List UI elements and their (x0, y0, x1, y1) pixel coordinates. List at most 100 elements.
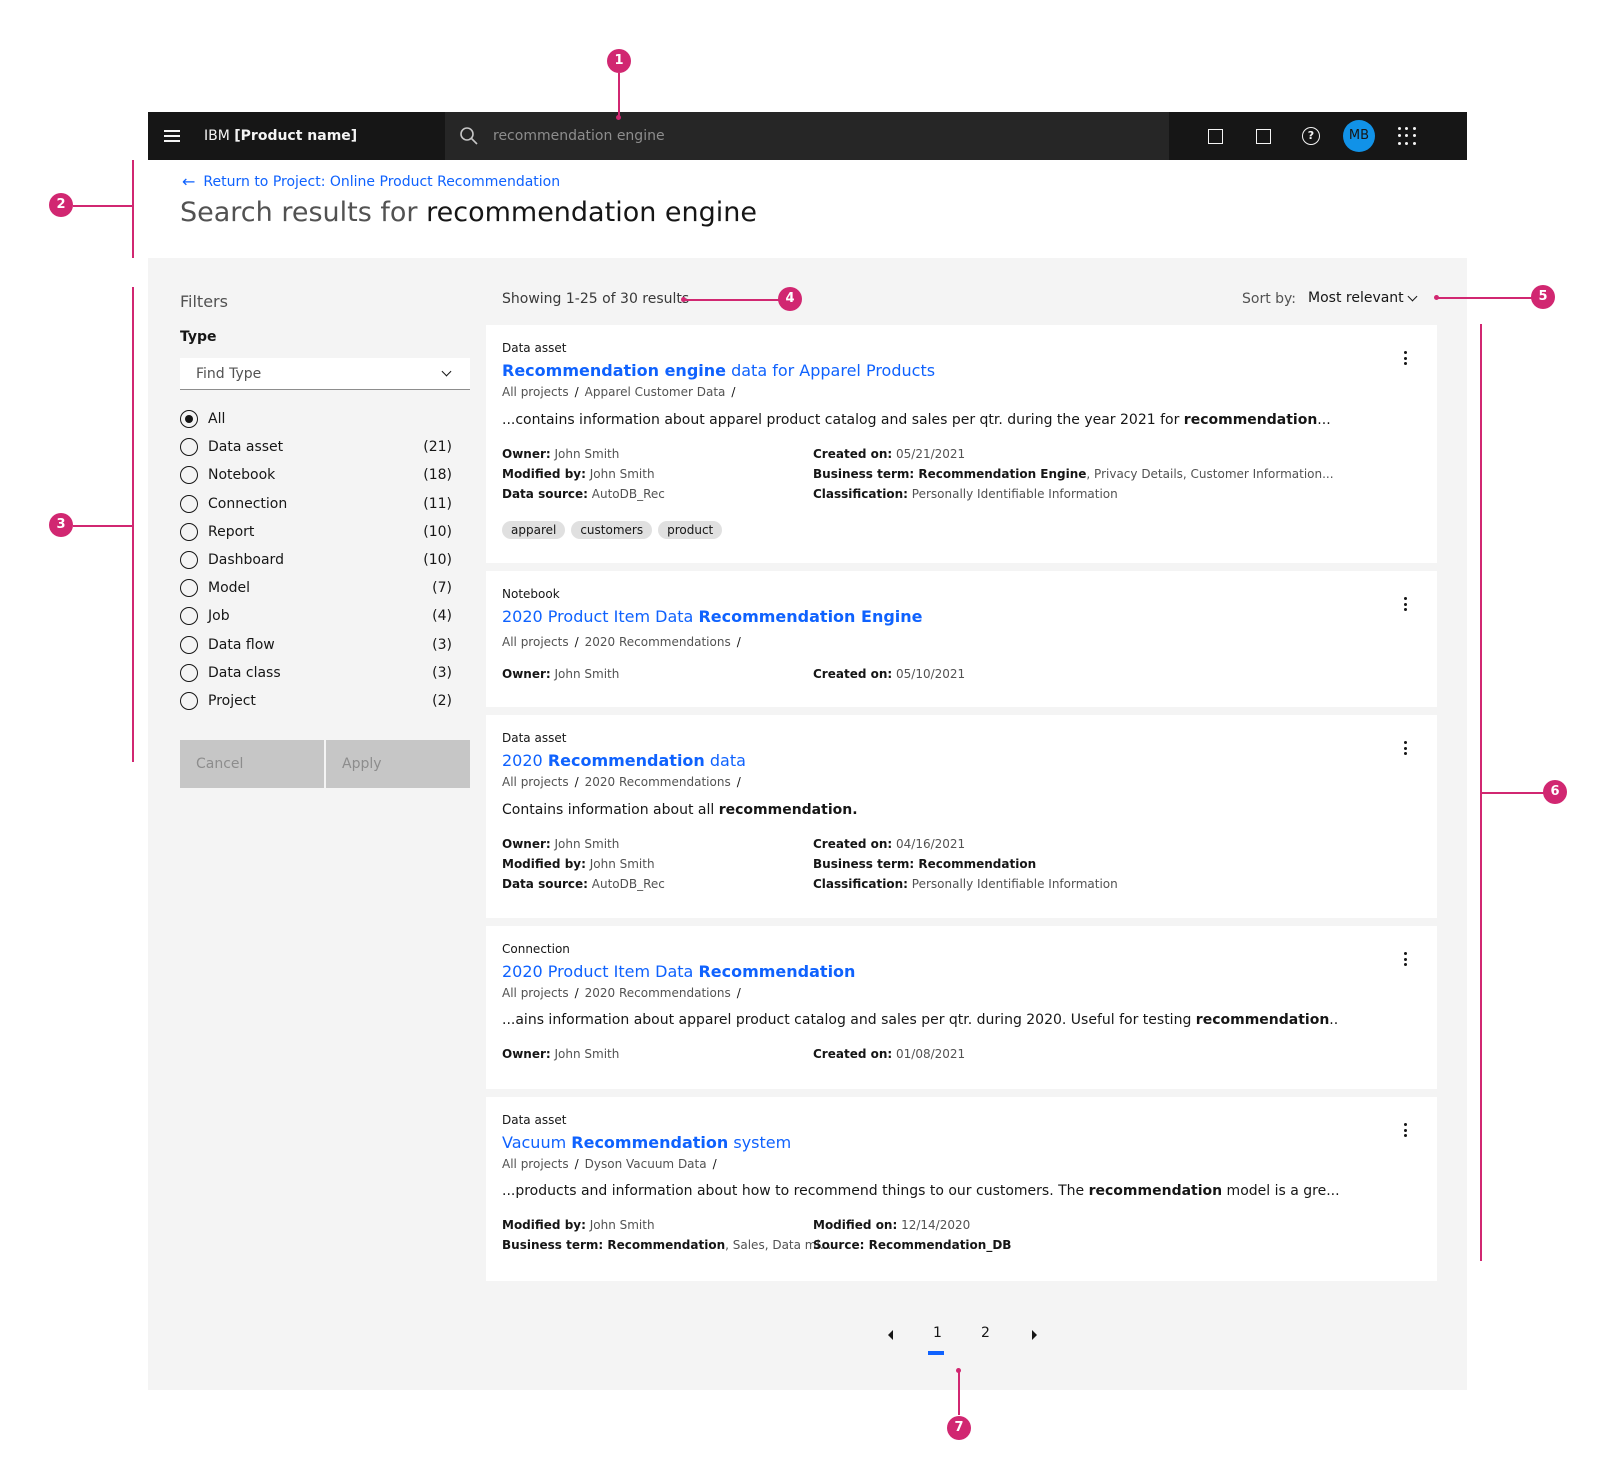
radio-model[interactable]: Model (7) (180, 574, 452, 602)
result-card[interactable]: Notebook 2020 Product Item Data Recommen… (486, 571, 1437, 707)
tag[interactable]: apparel (502, 521, 566, 539)
overflow-menu-icon[interactable] (1403, 1123, 1407, 1137)
result-title-link[interactable]: Recommendation engine data for Apparel P… (502, 361, 935, 380)
annotation-line (73, 525, 133, 527)
radio-icon (180, 607, 198, 626)
meta-modified-on: Modified on: 12/14/2020 (813, 1218, 971, 1232)
meta-business-term: Business term: Recommendation (813, 857, 1037, 871)
radio-label: All (208, 411, 226, 428)
meta-classification: Classification: Personally Identifiable … (813, 877, 1118, 891)
brand-prefix: IBM (204, 128, 230, 144)
annotation-line (1437, 297, 1533, 299)
breadcrumb: All projects / Apparel Customer Data / (502, 385, 736, 399)
radio-data-asset[interactable]: Data asset (21) (180, 433, 452, 461)
result-card[interactable]: Data asset Vacuum Recommendation system … (486, 1097, 1437, 1281)
previous-page-button[interactable] (888, 1330, 893, 1340)
overflow-menu-icon[interactable] (1403, 351, 1407, 365)
page-1-button[interactable]: 1 (933, 1325, 942, 1341)
meta-source: Source: Recommendation_DB (813, 1238, 1012, 1252)
radio-dashboard[interactable]: Dashboard (10) (180, 546, 452, 574)
breadcrumb-item[interactable]: All projects (502, 775, 569, 789)
result-card[interactable]: Connection 2020 Product Item Data Recomm… (486, 926, 1437, 1089)
user-avatar-button[interactable]: MB (1335, 112, 1383, 160)
radio-data-class[interactable]: Data class (3) (180, 659, 452, 687)
result-card[interactable]: Data asset 2020 Recommendation data All … (486, 715, 1437, 918)
chevron-down-icon (441, 366, 452, 377)
annotation-badge-7: 7 (947, 1416, 971, 1440)
filters-title: Filters (180, 292, 228, 311)
overflow-menu-icon[interactable] (1403, 952, 1407, 966)
breadcrumb-item[interactable]: All projects (502, 385, 569, 399)
radio-data-flow[interactable]: Data flow (3) (180, 631, 452, 659)
result-title-link[interactable]: 2020 Recommendation data (502, 751, 746, 770)
meta-modified-by: Modified by: John Smith (502, 467, 655, 481)
result-card[interactable]: Data asset Recommendation engine data fo… (486, 325, 1437, 563)
page-2-button[interactable]: 2 (981, 1325, 990, 1341)
type-dropdown[interactable]: Find Type (180, 358, 470, 390)
tag[interactable]: customers (571, 521, 653, 539)
annotation-badge-4: 4 (778, 287, 802, 311)
app-switcher-button[interactable] (1383, 112, 1431, 160)
radio-all[interactable]: All (180, 405, 452, 433)
title-text: 2020 (502, 751, 548, 770)
header-action-1[interactable] (1191, 112, 1239, 160)
breadcrumb-item[interactable]: 2020 Recommendations (585, 986, 731, 1000)
overflow-menu-icon[interactable] (1403, 597, 1407, 611)
type-dropdown-placeholder: Find Type (196, 366, 262, 382)
header-action-2[interactable] (1239, 112, 1287, 160)
title-highlight: Recommendation (547, 751, 705, 770)
meta-business-term: Business term: Recommendation Engine, Pr… (813, 467, 1334, 481)
arrow-left-icon: ← (182, 172, 196, 191)
radio-label: Model (208, 580, 251, 597)
hamburger-menu-button[interactable] (148, 112, 196, 160)
breadcrumb-item[interactable]: Dyson Vacuum Data (585, 1157, 707, 1171)
meta-data-source: Data source: AutoDB_Rec (502, 877, 665, 891)
help-icon: ? (1302, 127, 1320, 145)
overflow-menu-icon[interactable] (1403, 741, 1407, 755)
search-input[interactable] (493, 112, 1153, 160)
cancel-button[interactable]: Cancel (180, 740, 324, 788)
radio-count: (2) (432, 692, 452, 709)
tag[interactable]: product (658, 521, 723, 539)
next-page-button[interactable] (1032, 1330, 1037, 1340)
radio-connection[interactable]: Connection (11) (180, 490, 452, 518)
meta-created-on: Created on: 05/10/2021 (813, 667, 966, 681)
radio-count: (10) (423, 523, 452, 540)
search-icon (460, 127, 478, 145)
result-type: Data asset (502, 731, 567, 745)
annotation-line (73, 205, 133, 207)
radio-job[interactable]: Job (4) (180, 602, 452, 630)
radio-label: Notebook (208, 467, 276, 484)
product-name[interactable]: IBM [Product name] (204, 112, 357, 160)
radio-project[interactable]: Project (2) (180, 687, 452, 715)
radio-label: Data flow (208, 636, 275, 653)
breadcrumb-item[interactable]: All projects (502, 986, 569, 1000)
result-title-link[interactable]: 2020 Product Item Data Recommendation En… (502, 607, 923, 626)
annotation-dot (616, 115, 621, 120)
breadcrumb-item[interactable]: All projects (502, 1157, 569, 1171)
type-radio-group: All Data asset (21) Notebook (18) Connecti… (180, 405, 452, 715)
result-title-link[interactable]: Vacuum Recommendation system (502, 1133, 791, 1152)
breadcrumb-item[interactable]: Apparel Customer Data (585, 385, 726, 399)
meta-data-source: Data source: AutoDB_Rec (502, 487, 665, 501)
help-button[interactable]: ? (1287, 112, 1335, 160)
title-highlight: Recommendation Engine (698, 607, 923, 626)
radio-label: Data class (208, 664, 281, 681)
title-highlight: Recommendation (571, 1133, 729, 1152)
current-page-indicator (928, 1351, 944, 1355)
back-link-label: Return to Project: Online Product Recomm… (203, 174, 561, 190)
sort-dropdown[interactable]: Most relevant (1308, 290, 1404, 306)
meta-owner: Owner: John Smith (502, 447, 620, 461)
breadcrumb-item[interactable]: All projects (502, 635, 569, 649)
annotation-bracket (132, 287, 134, 762)
radio-label: Dashboard (208, 552, 284, 569)
back-link[interactable]: ← Return to Project: Online Product Recom… (182, 172, 561, 191)
apply-button[interactable]: Apply (326, 740, 470, 788)
meta-owner: Owner: John Smith (502, 1047, 620, 1061)
breadcrumb-item[interactable]: 2020 Recommendations (585, 635, 731, 649)
global-search[interactable] (445, 112, 1169, 160)
breadcrumb-item[interactable]: 2020 Recommendations (585, 775, 731, 789)
radio-report[interactable]: Report (10) (180, 518, 452, 546)
result-title-link[interactable]: 2020 Product Item Data Recommendation (502, 962, 855, 981)
radio-notebook[interactable]: Notebook (18) (180, 461, 452, 489)
